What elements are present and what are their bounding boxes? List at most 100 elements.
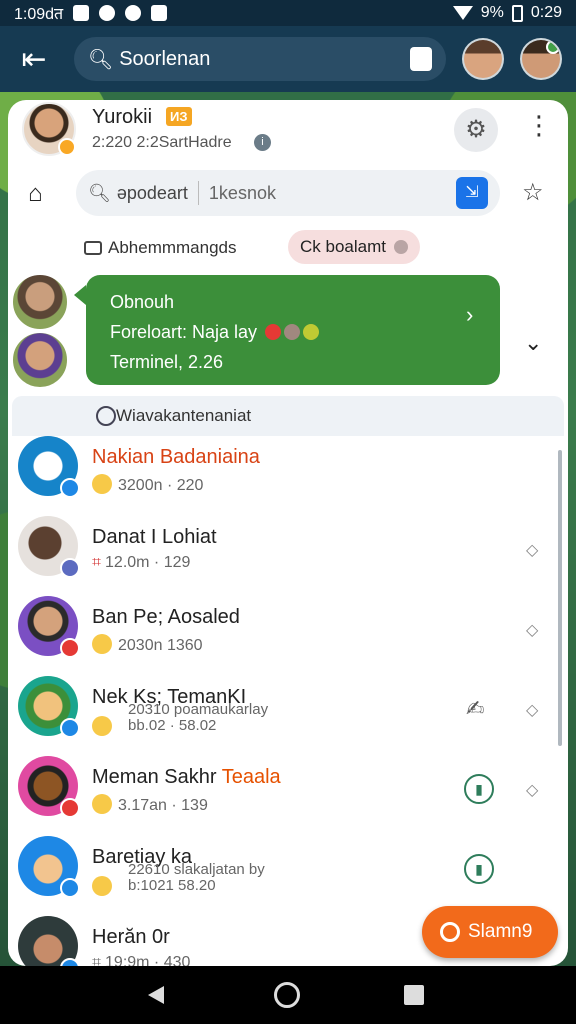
navigation-bar: [0, 966, 576, 1024]
filter-chip[interactable]: Ck boalamt: [288, 230, 420, 264]
pinned-avatar[interactable]: [10, 330, 70, 390]
avatar-online[interactable]: [520, 38, 562, 80]
close-icon[interactable]: [393, 240, 408, 254]
verified-badge-icon: [60, 478, 80, 498]
heart-badge-icon: [60, 638, 80, 658]
emoji-icon: [92, 634, 112, 654]
pinned-line-1: Obnouh: [110, 292, 175, 312]
back-arrow-icon[interactable]: ⇤: [14, 42, 54, 77]
nav-home-icon[interactable]: [274, 982, 300, 1008]
pinned-message[interactable]: Obnouh Foreloart: Naja lay Terminel, 2.2…: [74, 275, 500, 385]
more-options-icon[interactable]: ⋮: [526, 110, 552, 141]
star-icon[interactable]: ☆: [522, 178, 544, 207]
inner-search-row: ⌂ 🔍︎ əpodeart 1kesnok ⇲ ☆: [8, 166, 568, 222]
emoji-icon: [92, 876, 112, 896]
document-icon[interactable]: ▮: [464, 854, 494, 884]
battery-icon: [511, 4, 523, 22]
heart-badge-icon: [60, 798, 80, 818]
search-icon: 🔍︎: [87, 48, 114, 71]
list-item[interactable]: Baretiay ka 22610 slakaljatan by b:1021 5…: [8, 836, 556, 916]
app-bar: ⇤ 🔍︎ Soorlenan: [0, 26, 576, 92]
search-scope-label: əpodeart: [116, 182, 188, 203]
chat-search-input[interactable]: 🔍︎ əpodeart 1kesnok ⇲: [76, 170, 500, 216]
online-status-dot: [545, 40, 560, 54]
status-badge: ИЗ: [166, 107, 192, 126]
media-icon: [151, 5, 168, 21]
scrollbar[interactable]: [558, 450, 562, 746]
filter-row: Abhemmmangds Ck boalamt: [8, 226, 568, 270]
search-submit-button[interactable]: ⇲: [456, 177, 488, 209]
chat-meta: 20310 poamaukarlay: [128, 701, 269, 718]
emoji-icon: [92, 794, 112, 814]
gear-icon[interactable]: ⚙: [454, 108, 498, 152]
battery-percent: 9%: [480, 4, 504, 21]
filter-chip-label: Ck boalamt: [300, 237, 386, 256]
hash-icon: ⌗: [92, 554, 102, 571]
verified-badge-icon: [58, 138, 76, 156]
notification-icon: [73, 5, 90, 21]
info-icon[interactable]: i: [254, 134, 271, 151]
globe-icon: [96, 406, 116, 426]
verified-badge-icon: [60, 878, 80, 898]
search-icon: [440, 922, 460, 942]
profile-header: Yurokii ИЗ 2:220 2:2SartHadre i ⚙ ⋮: [8, 100, 568, 164]
status-time: 1:09dत: [14, 6, 64, 23]
emoji-icon: [92, 474, 112, 494]
search-fab-button[interactable]: Slamn9: [422, 906, 558, 958]
avatar: [18, 596, 80, 658]
mute-icon[interactable]: ◇: [526, 780, 538, 800]
chat-name: Herăn 0r: [92, 926, 170, 948]
emoji-icon: [303, 324, 320, 340]
pinned-line-3: Terminel, 2.26: [110, 352, 224, 372]
chat-name: Meman Sakhr Teaala: [92, 766, 281, 789]
sync-icon: [99, 5, 116, 21]
avatar: [18, 676, 80, 738]
verified-badge-icon: [60, 718, 80, 738]
chat-meta: 3.17an · 139: [118, 797, 208, 814]
chat-name-main: Meman Sakhr: [92, 766, 217, 788]
home-icon[interactable]: ⌂: [28, 180, 43, 208]
mail-icon: [84, 241, 102, 255]
mute-icon[interactable]: ◇: [526, 700, 538, 720]
chat-meta-secondary: bb.02 · 58.02: [128, 717, 217, 734]
emoji-icon: [284, 324, 301, 340]
filter-label-text: Abhemmmangds: [108, 238, 237, 257]
search-query: 1kesnok: [208, 182, 276, 203]
wifi-icon: [452, 6, 473, 20]
avatar: [18, 516, 80, 578]
nav-recents-icon[interactable]: [404, 985, 424, 1005]
profile-name: Yurokii: [92, 106, 153, 128]
chevron-right-icon[interactable]: ›: [466, 302, 473, 328]
app-icon: [125, 5, 142, 21]
status-bar: 1:09dत 9% 0:29: [0, 0, 576, 26]
document-icon[interactable]: ▮: [464, 774, 494, 804]
nav-back-icon[interactable]: [148, 986, 164, 1004]
avatar[interactable]: [462, 38, 505, 80]
list-item[interactable]: Nek Ks; TemanKI 20310 poamaukarlay bb.02 …: [8, 676, 556, 756]
list-header-title: Wiavakantenaniat: [116, 406, 252, 425]
emoji-icon: [92, 716, 112, 736]
divider: [197, 181, 199, 205]
chat-name: Danat I Lohiat: [92, 526, 217, 548]
profile-avatar[interactable]: [22, 102, 76, 156]
filter-label[interactable]: Abhemmmangds: [84, 238, 237, 258]
chevron-down-icon[interactable]: ⌄: [524, 330, 542, 356]
list-item[interactable]: Nakian Badaniaina 3200n · 220: [8, 436, 556, 516]
search-icon: 🔍︎: [88, 182, 111, 203]
list-item[interactable]: Ban Pe; Aosaled 2030n 1360 ◇: [8, 596, 556, 676]
chat-meta: 22610 slakaljatan by: [128, 861, 265, 878]
list-item[interactable]: Meman Sakhr Teaala 3.17an · 139 ▮ ◇: [8, 756, 556, 836]
avatar: [18, 836, 80, 898]
status-clock: 0:29: [530, 4, 562, 21]
fab-label: Slamn9: [468, 921, 533, 942]
search-input[interactable]: 🔍︎ Soorlenan: [73, 37, 447, 81]
mute-icon[interactable]: ◇: [526, 620, 538, 640]
list-item[interactable]: Danat I Lohiat ⌗ 12.0m · 129 ◇: [8, 516, 556, 596]
emoji-icon: [265, 324, 282, 340]
pin-icon[interactable]: ◇: [526, 540, 538, 560]
signature-icon[interactable]: ✍: [466, 696, 484, 722]
pinned-avatar[interactable]: [10, 272, 70, 332]
chat-meta-secondary: b:1021 58.20: [128, 877, 216, 894]
lock-icon[interactable]: [410, 47, 433, 71]
pinned-line-2: Foreloart: Naja lay: [110, 322, 258, 342]
